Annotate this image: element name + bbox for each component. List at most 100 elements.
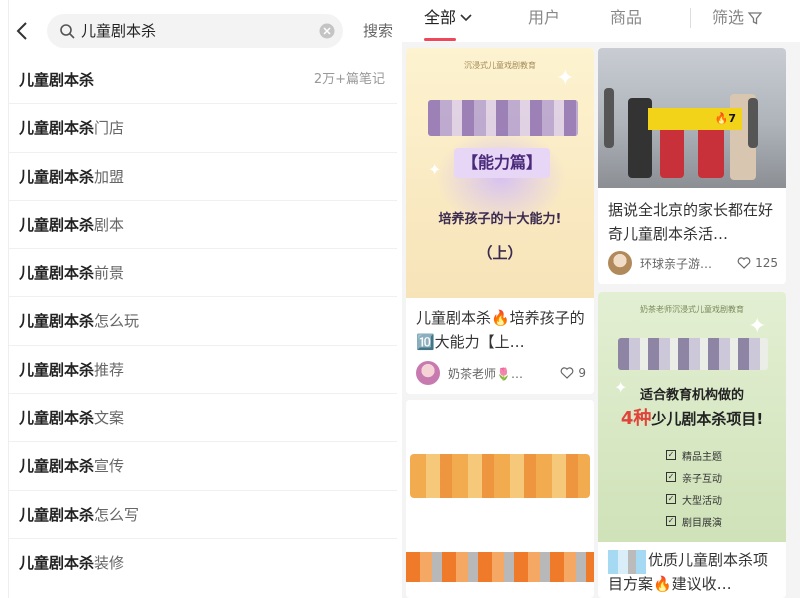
tab-users[interactable]: 用户: [528, 6, 560, 30]
check-label: 剧目展演: [682, 517, 722, 529]
cover-line-2-text: 少儿剧本杀项目!: [651, 410, 764, 428]
suggestion-suffix: 文案: [94, 409, 125, 428]
suggestion-keyword: 儿童剧本杀: [19, 215, 95, 234]
cover-checklist: ✓ 精品主题 ✓ 亲子互动 ✓ 大型活动 ✓ 剧目展演: [666, 444, 722, 532]
cover-chip: 【能力篇】: [454, 148, 550, 178]
search-query-text: 儿童剧本杀: [81, 22, 157, 40]
checkbox-icon: ✓: [666, 516, 676, 526]
suggestion-keyword: 儿童剧本杀: [19, 409, 95, 428]
suggestion-item[interactable]: 儿童剧本杀宣传: [9, 442, 397, 491]
note-title: 据说全北京的家长都在好奇儿童剧本杀活…: [608, 201, 774, 243]
suggestion-keyword: 儿童剧本杀: [19, 360, 95, 379]
suggestion-suffix: 推荐: [94, 360, 125, 379]
note-meta: 奶茶老师🌷… 9: [416, 360, 586, 386]
chevron-left-icon: [16, 22, 27, 40]
author-name[interactable]: 环球亲子游…: [640, 255, 737, 272]
filter-button[interactable]: 筛选: [712, 6, 763, 30]
cover-line-1: 适合教育机构做的: [639, 388, 744, 403]
search-icon: [60, 24, 75, 39]
cover-subtitle: 培养孩子的十大能力!: [438, 212, 562, 227]
filter-label: 筛选: [712, 8, 745, 27]
note-cover-image: [406, 400, 594, 582]
blurred-title: [410, 454, 590, 498]
checkbox-icon: ✓: [666, 494, 676, 504]
suggestion-item[interactable]: 儿童剧本杀前景: [9, 249, 397, 298]
heart-icon: [560, 367, 574, 379]
suggestion-item[interactable]: 儿童剧本杀 2万+篇笔记: [9, 56, 397, 105]
like-count-value: 125: [755, 256, 778, 270]
like-count[interactable]: 125: [737, 256, 778, 270]
blurred-banner: [406, 552, 594, 582]
cover-banner: 🔥7: [648, 108, 742, 130]
suggestion-keyword: 儿童剧本杀: [19, 553, 95, 572]
funnel-icon: [748, 12, 763, 25]
suggestion-suffix: 加盟: [94, 167, 125, 186]
search-results-panel: 全部 用户 商品 筛选 沉浸式儿童戏剧教育 ✦ ✦ 【能力篇】 培养孩子的十大能…: [402, 0, 800, 598]
checkbox-icon: ✓: [666, 472, 676, 482]
clear-icon[interactable]: [319, 23, 335, 39]
sparkle-icon: ✦: [748, 314, 767, 339]
suggestion-keyword: 儿童剧本杀: [19, 167, 95, 186]
suggestion-suffix: 宣传: [94, 457, 125, 476]
check-row: ✓ 剧目展演: [666, 510, 722, 532]
search-button[interactable]: 搜索: [363, 14, 393, 48]
note-cover-image: 沉浸式儿童戏剧教育 ✦ ✦ 【能力篇】 培养孩子的十大能力! （上）: [406, 48, 594, 298]
note-card[interactable]: 奶茶老师沉浸式儿童戏剧教育 ✦ ✦ 适合教育机构做的 4种少儿剧本杀项目! ✓ 精…: [598, 292, 786, 598]
check-label: 精品主题: [682, 451, 722, 463]
note-cover-image: 奶茶老师沉浸式儿童戏剧教育 ✦ ✦ 适合教育机构做的 4种少儿剧本杀项目! ✓ 精…: [598, 292, 786, 542]
avatar[interactable]: [608, 251, 632, 275]
suggestion-suffix: 怎么玩: [94, 312, 140, 331]
suggestion-item[interactable]: 儿童剧本杀门店: [9, 104, 397, 153]
blurred-title: [618, 338, 768, 370]
tab-goods[interactable]: 商品: [610, 6, 642, 30]
like-count-value: 9: [578, 366, 586, 380]
blurred-title: [428, 100, 578, 136]
check-label: 大型活动: [682, 495, 722, 507]
note-card[interactable]: 沉浸式儿童戏剧教育 ✦ ✦ 【能力篇】 培养孩子的十大能力! （上） 儿童剧本杀…: [406, 48, 594, 394]
suggestion-suffix: 剧本: [94, 215, 125, 234]
check-row: ✓ 亲子互动: [666, 466, 722, 488]
suggestion-keyword: 儿童剧本杀: [19, 505, 95, 524]
photo-figure: [748, 98, 758, 148]
heart-icon: [737, 257, 751, 269]
check-row: ✓ 大型活动: [666, 488, 722, 510]
cover-highlight: 4种: [620, 408, 652, 429]
suggestion-suffix: 装修: [94, 553, 125, 572]
tab-all[interactable]: 全部: [424, 6, 472, 30]
note-count: 2万+篇笔记: [313, 72, 385, 87]
back-button[interactable]: [11, 18, 33, 44]
search-suggestion-panel: 儿童剧本杀 搜索 儿童剧本杀 2万+篇笔记 儿童剧本杀门店 儿童剧本杀加盟 儿童剧…: [8, 0, 397, 598]
search-input[interactable]: 儿童剧本杀: [47, 14, 343, 48]
suggestion-keyword: 儿童剧本杀: [19, 71, 95, 89]
suggestion-item[interactable]: 儿童剧本杀怎么写: [9, 491, 397, 539]
chevron-down-icon: [460, 14, 472, 22]
suggestion-item[interactable]: 儿童剧本杀文案: [9, 394, 397, 443]
author-name[interactable]: 奶茶老师🌷…: [448, 365, 560, 382]
checkbox-icon: ✓: [666, 450, 676, 460]
avatar[interactable]: [416, 361, 440, 385]
note-meta: 环球亲子游… 125: [608, 250, 778, 276]
suggestion-item[interactable]: 儿童剧本杀加盟: [9, 153, 397, 201]
like-count[interactable]: 9: [560, 366, 586, 380]
suggestion-suffix: 前景: [94, 264, 125, 283]
cover-part: （上）: [477, 244, 523, 262]
suggestion-list: 儿童剧本杀 2万+篇笔记 儿童剧本杀门店 儿童剧本杀加盟 儿童剧本杀剧本 儿童剧本…: [9, 56, 397, 587]
note-cover-image: 🔥7: [598, 48, 786, 188]
suggestion-keyword: 儿童剧本杀: [19, 457, 95, 476]
note-title: 儿童剧本杀🔥培养孩子的🔟大能力【上…: [416, 309, 585, 351]
suggestion-keyword: 儿童剧本杀: [19, 264, 95, 283]
sparkle-icon: ✦: [428, 160, 442, 179]
result-tabs: 全部 用户 商品 筛选: [402, 0, 800, 42]
cover-line-2: 4种少儿剧本杀项目!: [598, 404, 786, 430]
suggestion-item[interactable]: 儿童剧本杀怎么玩: [9, 297, 397, 346]
photo-figure: [604, 88, 614, 148]
note-card[interactable]: 🔥7 据说全北京的家长都在好奇儿童剧本杀活… 环球亲子游… 125: [598, 48, 786, 284]
search-bar: 儿童剧本杀 搜索: [9, 10, 397, 52]
suggestion-suffix: 怎么写: [94, 505, 140, 524]
sparkle-icon: ✦: [556, 66, 575, 91]
active-tab-indicator: [424, 38, 456, 41]
note-card[interactable]: [406, 400, 594, 598]
suggestion-item[interactable]: 儿童剧本杀剧本: [9, 201, 397, 250]
suggestion-item[interactable]: 儿童剧本杀推荐: [9, 346, 397, 395]
suggestion-item[interactable]: 儿童剧本杀装修: [9, 539, 397, 587]
